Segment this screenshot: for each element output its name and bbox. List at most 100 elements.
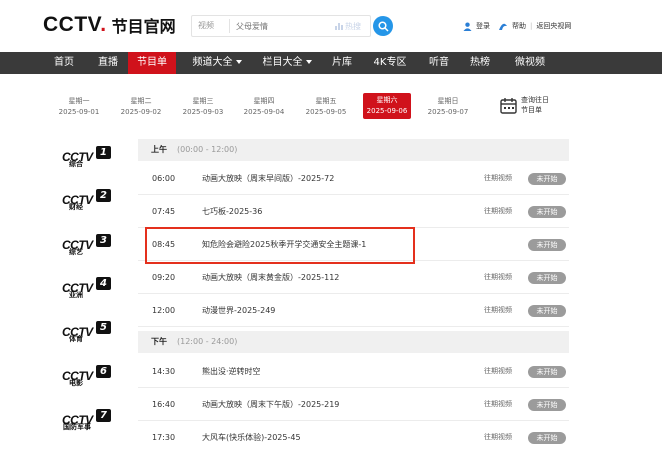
day-tab-sunday[interactable]: 星期日 2025-09-07 (425, 96, 471, 118)
channel-name: 综合 (69, 160, 83, 168)
day-date: 2025-09-06 (366, 107, 408, 115)
program-row[interactable]: 14:30 熊出没·逆转时空 往期视频 未开始 (138, 355, 569, 388)
help-icon (499, 23, 507, 30)
nav-item-micro-video[interactable]: 微视频 (506, 52, 554, 74)
channel-cctv5[interactable]: CCTV 5 体育 (62, 321, 114, 347)
status-badge: 未开始 (528, 206, 566, 218)
section-range: (12:00 - 24:00) (177, 337, 238, 346)
program-title[interactable]: 动画大放映（周末下午版）-2025-219 (202, 388, 339, 421)
section-label: 上午 (151, 145, 167, 154)
channel-cctv4[interactable]: CCTV 4 亚洲 (62, 277, 114, 303)
channel-name: 亚洲 (69, 291, 83, 299)
status-badge: 未开始 (528, 239, 566, 251)
nav-item-film-library[interactable]: 片库 (322, 52, 362, 74)
day-week: 星期六 (376, 96, 398, 104)
site-header: CCTV. 节目官网 视频 热搜 登录 帮助 | 返回央视网 (0, 0, 662, 52)
help-link[interactable]: 帮助 (512, 21, 526, 31)
nav-item-channels[interactable]: 频道大全 (184, 52, 250, 74)
replay-link[interactable]: 往期视频 (484, 261, 512, 294)
return-old-site-link[interactable]: 返回央视网 (536, 21, 571, 31)
day-tab-friday[interactable]: 星期五 2025-09-05 (303, 96, 349, 118)
chevron-down-icon (235, 60, 242, 64)
replay-link[interactable]: 往期视频 (484, 294, 512, 327)
replay-link[interactable]: 往期视频 (484, 162, 512, 195)
day-date: 2025-09-05 (305, 108, 347, 116)
program-title[interactable]: 熊出没·逆转时空 (202, 355, 261, 388)
section-afternoon: 下午 (12:00 - 24:00) (138, 331, 569, 353)
channel-cctv1[interactable]: CCTV 1 综合 (62, 146, 114, 172)
status-badge: 未开始 (528, 305, 566, 317)
search-button[interactable] (373, 16, 393, 36)
program-row[interactable]: 07:45 七巧板-2025-36 往期视频 未开始 (138, 195, 569, 228)
channel-number: 2 (96, 189, 111, 202)
channel-number: 5 (96, 321, 111, 334)
day-tab-saturday[interactable]: 星期六 2025-09-06 (363, 93, 411, 119)
program-row[interactable]: 17:30 大风车(快乐体验)-2025-45 往期视频 未开始 (138, 421, 569, 454)
login-link[interactable]: 登录 (476, 21, 490, 31)
day-week: 星期一 (68, 97, 90, 105)
program-title[interactable]: 动画大放映（周末黄金版）-2025-112 (202, 261, 339, 294)
channel-number: 7 (96, 409, 111, 422)
nav-channels-label: 频道大全 (192, 57, 233, 68)
program-title[interactable]: 动画大放映（周末早间版）-2025-72 (202, 162, 334, 195)
nav-item-home[interactable]: 首页 (44, 52, 84, 74)
program-time: 12:00 (152, 306, 176, 315)
day-week: 星期二 (130, 97, 152, 105)
program-time: 06:00 (152, 174, 176, 183)
program-time: 16:40 (152, 400, 176, 409)
status-badge: 未开始 (528, 432, 566, 444)
logo-subtitle: 节目官网 (111, 17, 176, 36)
day-tab-tuesday[interactable]: 星期二 2025-09-02 (118, 96, 164, 118)
channel-cctv2[interactable]: CCTV 2 财经 (62, 189, 114, 215)
cctv-logo[interactable]: CCTV. 节目官网 (43, 13, 176, 37)
top-links: 登录 帮助 | 返回央视网 (463, 21, 571, 31)
program-title[interactable]: 七巧板-2025-36 (202, 195, 262, 228)
channel-number: 1 (96, 146, 111, 159)
highlight-box (145, 227, 415, 264)
channel-name: 综艺 (69, 248, 83, 256)
nav-item-hot-list[interactable]: 热榜 (460, 52, 500, 74)
program-title[interactable]: 大风车(快乐体验)-2025-45 (202, 421, 301, 454)
program-title[interactable]: 动漫世界-2025-249 (202, 294, 275, 327)
status-badge: 未开始 (528, 173, 566, 185)
past-schedule-link[interactable]: 查询往日节目单 (500, 95, 551, 115)
replay-link[interactable]: 往期视频 (484, 355, 512, 388)
day-tab-thursday[interactable]: 星期四 2025-09-04 (241, 96, 287, 118)
channel-cctv3[interactable]: CCTV 3 综艺 (62, 234, 114, 260)
chevron-down-icon (305, 60, 312, 64)
nav-item-audio[interactable]: 听音 (419, 52, 459, 74)
search-box: 视频 热搜 (191, 15, 371, 37)
day-date: 2025-09-01 (58, 108, 100, 116)
hot-search[interactable]: 热搜 (335, 21, 361, 32)
replay-link[interactable]: 往期视频 (484, 195, 512, 228)
day-date: 2025-09-02 (120, 108, 162, 116)
nav-item-4k[interactable]: 4K专区 (366, 52, 414, 74)
replay-link[interactable]: 往期视频 (484, 388, 512, 421)
program-row[interactable]: 06:00 动画大放映（周末早间版）-2025-72 往期视频 未开始 (138, 162, 569, 195)
day-tab-monday[interactable]: 星期一 2025-09-01 (56, 96, 102, 118)
program-row[interactable]: 09:20 动画大放映（周末黄金版）-2025-112 往期视频 未开始 (138, 261, 569, 294)
program-row[interactable]: 12:00 动漫世界-2025-249 往期视频 未开始 (138, 294, 569, 327)
link-separator: | (530, 22, 533, 30)
hot-search-label: 热搜 (345, 21, 361, 31)
day-date: 2025-09-03 (182, 108, 224, 116)
program-row[interactable]: 16:40 动画大放映（周末下午版）-2025-219 往期视频 未开始 (138, 388, 569, 421)
day-week: 星期日 (437, 97, 459, 105)
main-nav: 首页 直播 节目单 频道大全 栏目大全 片库 4K专区 听音 热榜 微视频 (0, 52, 662, 74)
replay-link[interactable]: 往期视频 (484, 421, 512, 454)
search-input[interactable] (230, 21, 335, 31)
channel-cctv6[interactable]: CCTV 6 电影 (62, 365, 114, 391)
channel-number: 6 (96, 365, 111, 378)
channel-cctv7[interactable]: CCTV 7 国防军事 (62, 409, 114, 435)
program-time: 14:30 (152, 367, 176, 376)
search-category-select[interactable]: 视频 (192, 19, 230, 33)
status-badge: 未开始 (528, 272, 566, 284)
day-week: 星期五 (315, 97, 337, 105)
program-time: 07:45 (152, 207, 176, 216)
day-date: 2025-09-07 (427, 108, 469, 116)
channel-name: 财经 (69, 203, 83, 211)
nav-item-columns[interactable]: 栏目大全 (254, 52, 320, 74)
day-tab-wednesday[interactable]: 星期三 2025-09-03 (180, 96, 226, 118)
nav-item-schedule[interactable]: 节目单 (128, 52, 176, 74)
nav-item-live[interactable]: 直播 (88, 52, 128, 74)
